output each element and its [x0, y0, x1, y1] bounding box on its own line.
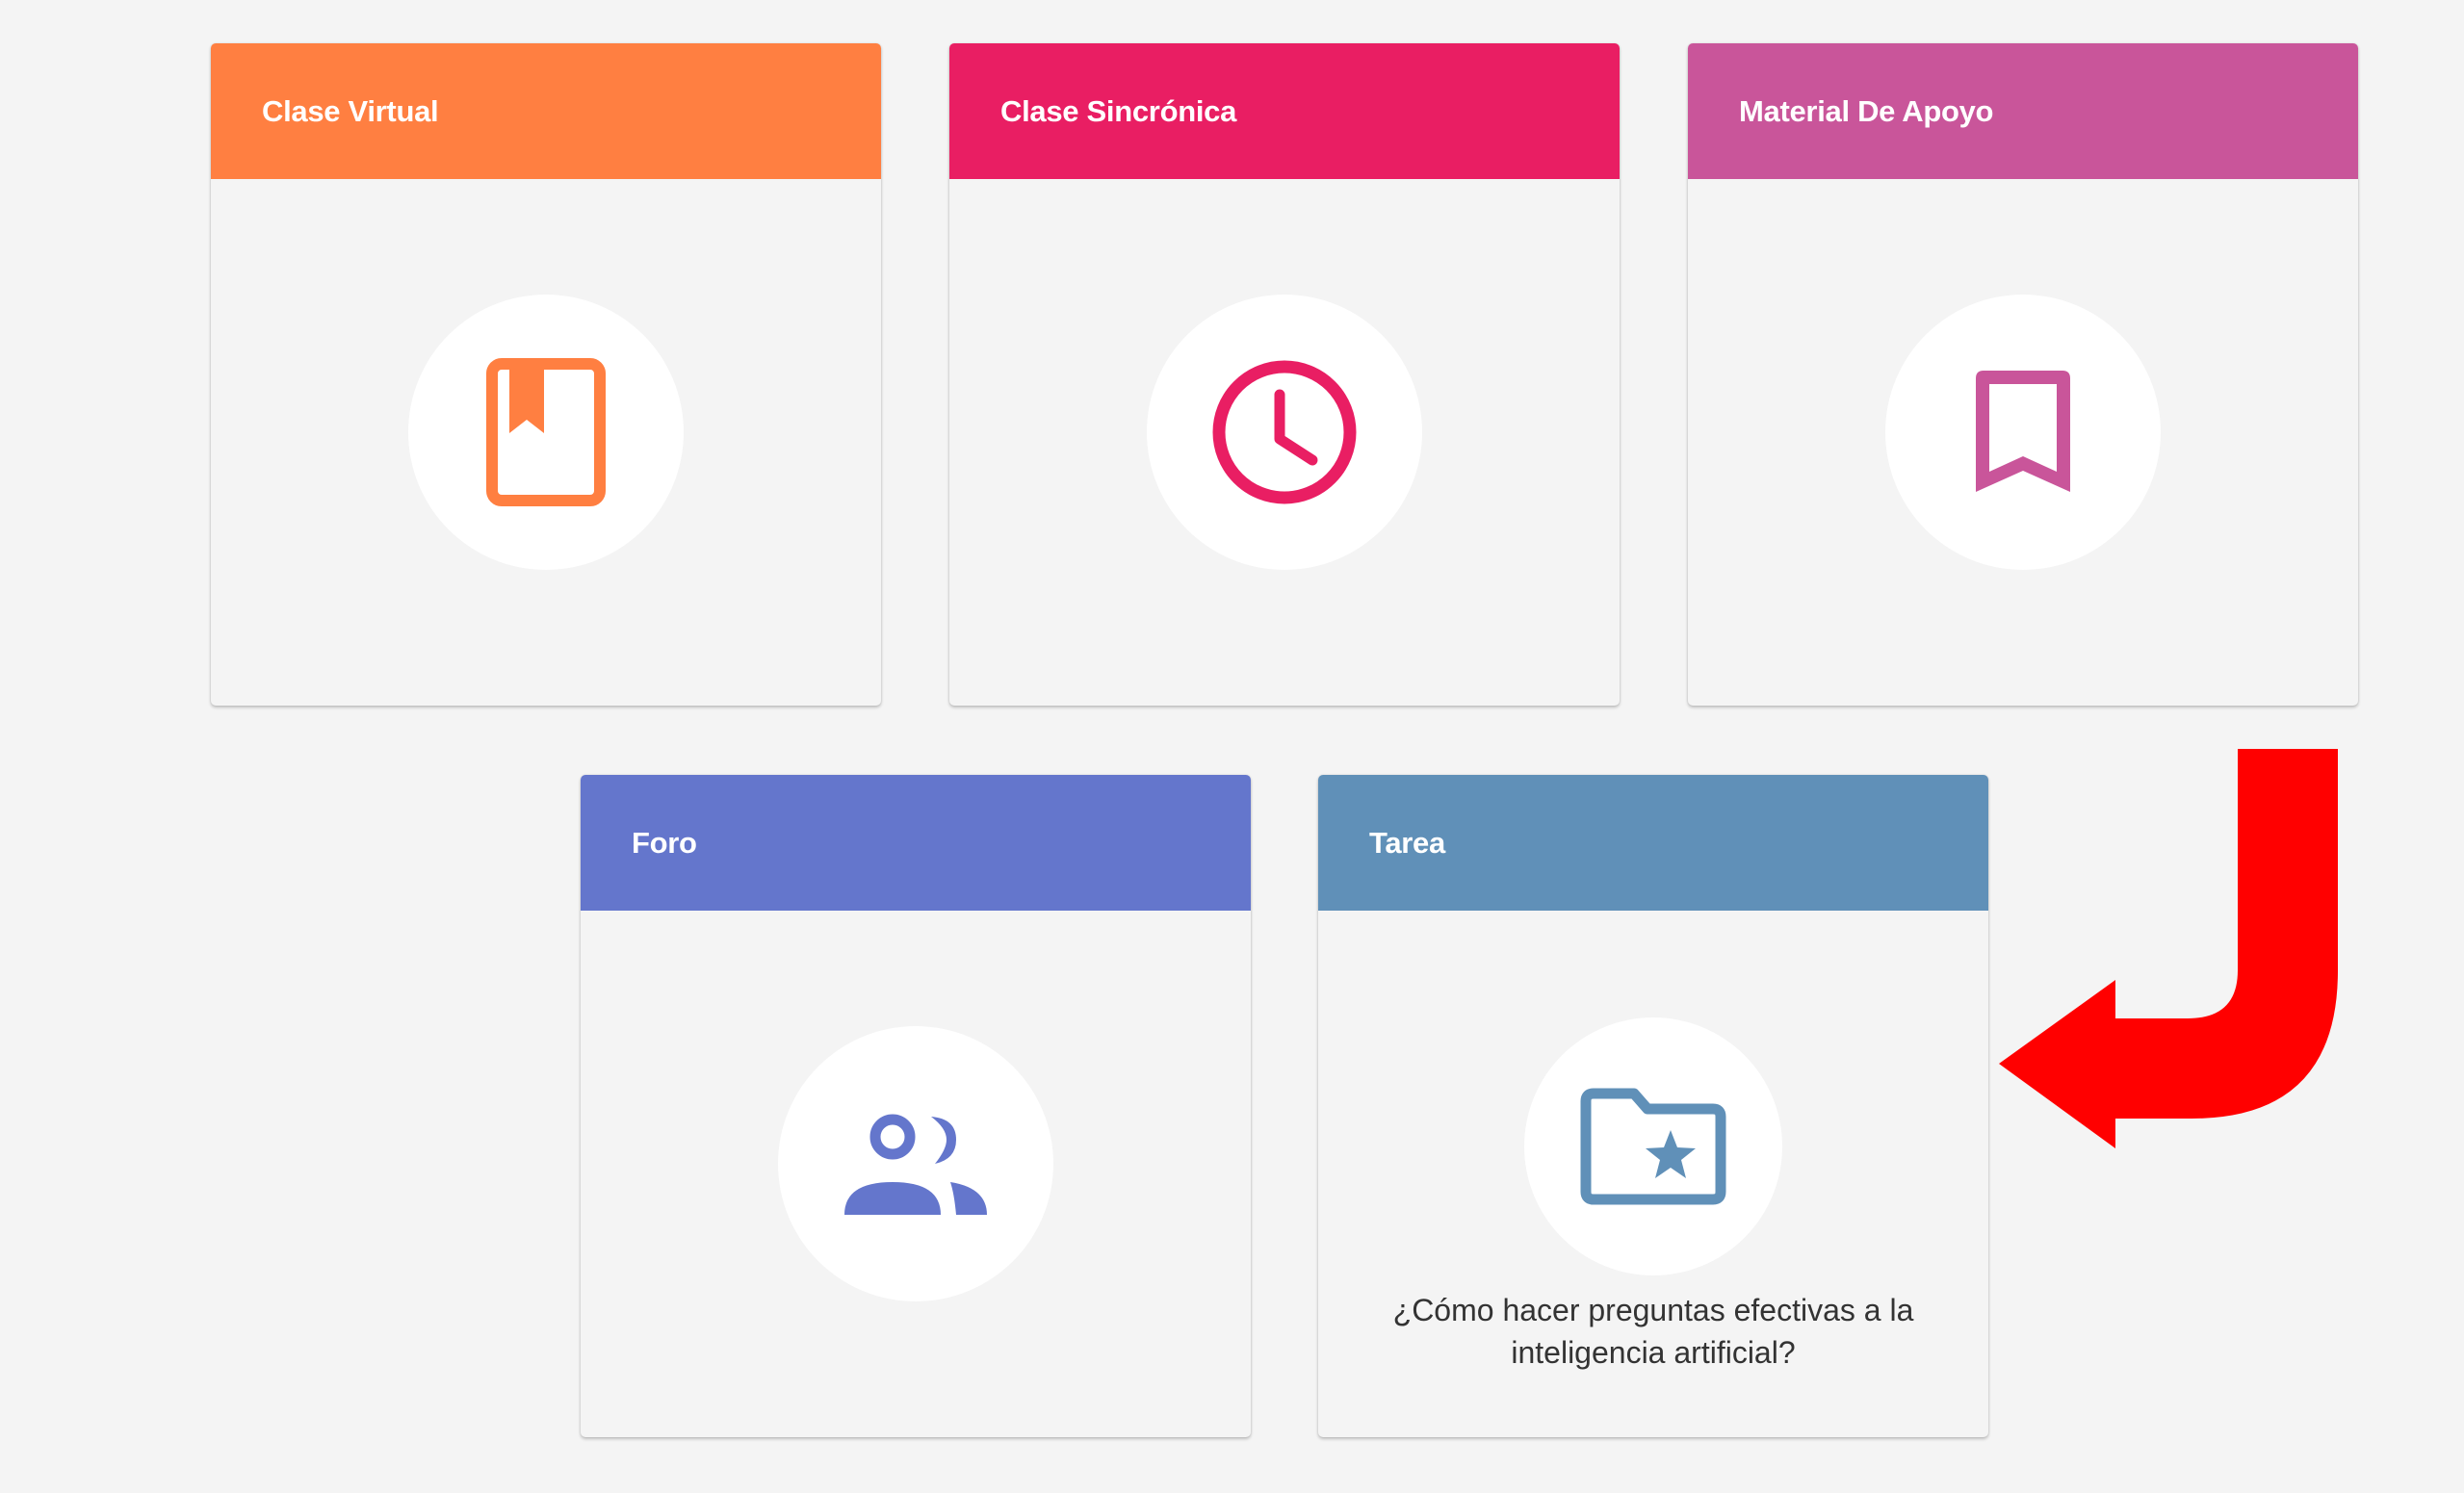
card-body	[1688, 179, 2358, 706]
card-body: ¿Cómo hacer preguntas efectivas a la int…	[1318, 911, 1988, 1437]
curved-arrow-left-icon	[1999, 749, 2338, 1148]
card-caption: ¿Cómo hacer preguntas efectivas a la int…	[1392, 1293, 1914, 1370]
people-icon	[844, 1114, 987, 1215]
card-header: Clase Virtual	[211, 43, 881, 179]
card-title: Foro	[632, 825, 697, 860]
card-header: Foro	[581, 775, 1251, 911]
icon-circle	[1885, 295, 2161, 570]
icon-circle	[1524, 1017, 1782, 1275]
icon-circle	[778, 1026, 1053, 1301]
bookmark-icon	[1976, 371, 2070, 492]
card-clase-virtual[interactable]: Clase Virtual	[211, 43, 881, 706]
card-header: Clase Sincrónica	[949, 43, 1620, 179]
card-header: Material De Apoyo	[1688, 43, 2358, 179]
card-body	[949, 179, 1620, 706]
book-icon	[486, 358, 606, 506]
clock-icon	[1212, 360, 1357, 504]
card-title: Clase Virtual	[262, 93, 439, 128]
activity-cards-page: Clase Virtual Clase Sincrónica Material …	[0, 0, 2464, 1493]
card-title: Material De Apoyo	[1739, 93, 1994, 128]
card-material-de-apoyo[interactable]: Material De Apoyo	[1688, 43, 2358, 706]
card-title: Tarea	[1369, 825, 1445, 860]
icon-circle	[1147, 295, 1422, 570]
card-title: Clase Sincrónica	[1000, 93, 1237, 128]
icon-circle	[408, 295, 684, 570]
folder-star-icon	[1580, 1088, 1726, 1205]
card-clase-sincronica[interactable]: Clase Sincrónica	[949, 43, 1620, 706]
card-body	[211, 179, 881, 706]
card-header: Tarea	[1318, 775, 1988, 911]
card-foro[interactable]: Foro	[581, 775, 1251, 1437]
card-body	[581, 911, 1251, 1437]
card-tarea[interactable]: Tarea ¿Cómo hacer preguntas efectivas a …	[1318, 775, 1988, 1437]
